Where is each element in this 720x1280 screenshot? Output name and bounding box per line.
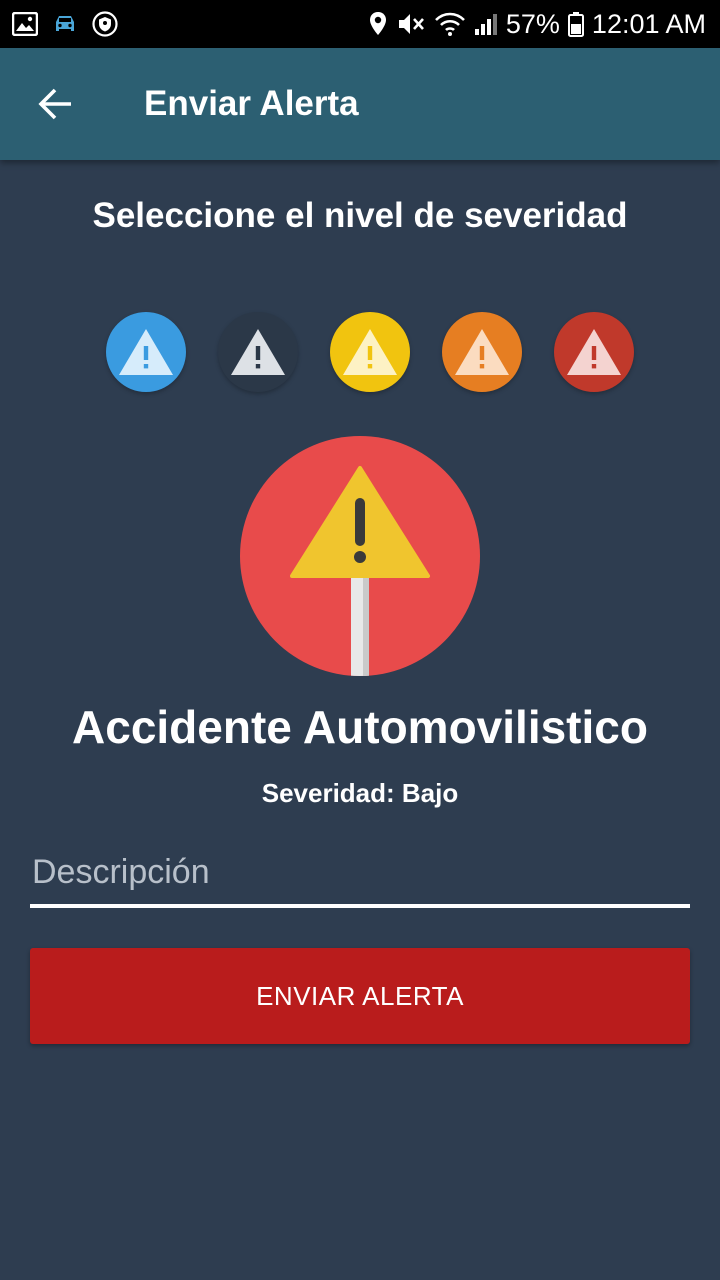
location-icon [368, 11, 388, 37]
app-title: Enviar Alerta [144, 84, 359, 123]
image-icon [12, 12, 38, 36]
shield-icon [92, 11, 118, 37]
severity-level-1-button[interactable] [106, 312, 186, 392]
send-alert-button[interactable]: ENVIAR ALERTA [30, 948, 690, 1044]
warning-icon [567, 329, 621, 375]
status-time: 12:01 AM [591, 8, 706, 39]
arrow-left-icon [38, 88, 71, 120]
warning-icon [455, 329, 509, 375]
app-bar: Enviar Alerta [0, 48, 720, 160]
battery-icon [567, 11, 584, 37]
warning-sign-icon [240, 436, 480, 676]
severity-heading: Seleccione el nivel de severidad [92, 196, 628, 235]
mute-icon [396, 11, 426, 37]
status-right: 57% 12:01 AM [368, 9, 706, 40]
signal-icon [474, 11, 498, 37]
wifi-icon [434, 11, 466, 37]
description-input[interactable] [30, 840, 690, 908]
severity-level-4-button[interactable] [442, 312, 522, 392]
back-button[interactable] [20, 68, 92, 140]
severity-label: Severidad: Bajo [261, 778, 459, 808]
severity-selector [0, 312, 720, 392]
severity-level-2-button[interactable] [218, 312, 298, 392]
warning-icon [343, 329, 397, 375]
car-icon [52, 13, 78, 35]
battery-percent: 57% [505, 8, 560, 39]
status-bar: 57% 12:01 AM [0, 0, 720, 48]
status-left-icons [12, 11, 118, 37]
event-title: Accidente Automovilistico [72, 701, 648, 753]
warning-icon [231, 329, 285, 375]
severity-level-5-button[interactable] [554, 312, 634, 392]
severity-level-3-button[interactable] [330, 312, 410, 392]
warning-icon [119, 329, 173, 375]
